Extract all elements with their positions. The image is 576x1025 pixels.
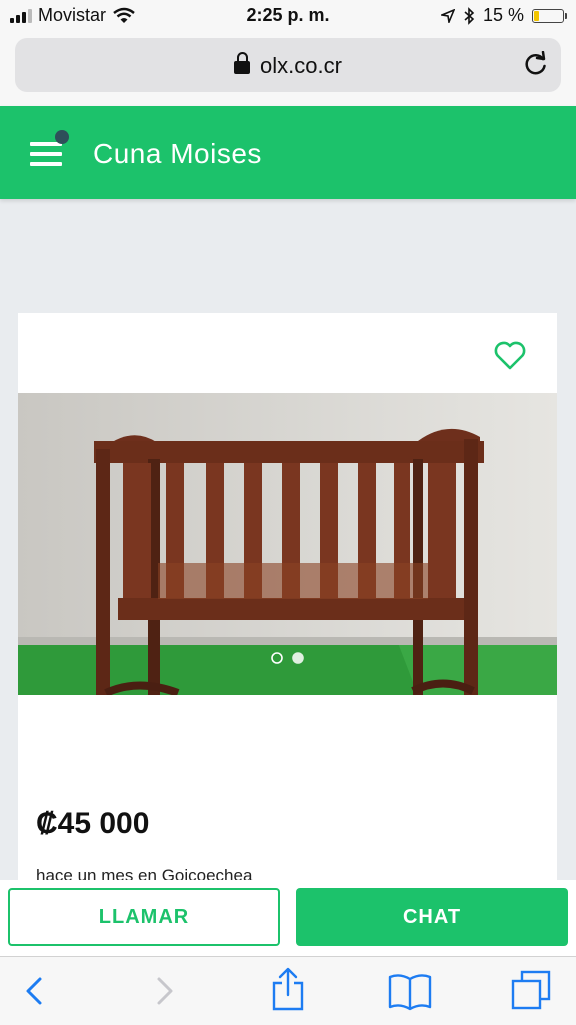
action-bar: LLAMAR CHAT <box>0 880 576 956</box>
tabs-icon[interactable] <box>510 969 552 1011</box>
url-text: olx.co.cr <box>260 53 342 78</box>
forward-icon[interactable] <box>145 973 181 1009</box>
battery-icon <box>532 8 567 23</box>
crib-image <box>18 393 557 695</box>
battery-percent: 15 % <box>482 5 524 25</box>
share-icon[interactable] <box>268 967 308 1011</box>
page-title: Cuna Moises <box>93 138 262 169</box>
app-header: Cuna Moises <box>0 106 576 199</box>
bookmarks-icon[interactable] <box>388 971 432 1011</box>
reload-icon[interactable] <box>523 51 549 77</box>
chat-button[interactable]: CHAT <box>296 888 568 946</box>
call-button[interactable]: LLAMAR <box>8 888 280 946</box>
listing-price: ₡45 000 <box>36 807 150 840</box>
address-bar[interactable]: olx.co.cr <box>15 38 561 92</box>
carousel-dot-2 <box>292 652 304 664</box>
lock-icon <box>234 52 251 74</box>
back-icon[interactable] <box>18 973 54 1009</box>
listing-photo[interactable] <box>18 393 557 695</box>
notification-dot <box>55 130 69 144</box>
browser-chrome: olx.co.cr <box>0 32 576 106</box>
listing-card: ₡45 000 hace un mes en Goicoechea <box>18 313 557 893</box>
bluetooth-icon <box>464 6 475 25</box>
heart-icon[interactable] <box>493 339 527 371</box>
location-icon <box>440 8 455 23</box>
menu-icon[interactable] <box>30 142 62 168</box>
browser-toolbar <box>0 956 576 1025</box>
status-bar: Movistar 2:25 p. m. 15 % <box>0 0 576 32</box>
